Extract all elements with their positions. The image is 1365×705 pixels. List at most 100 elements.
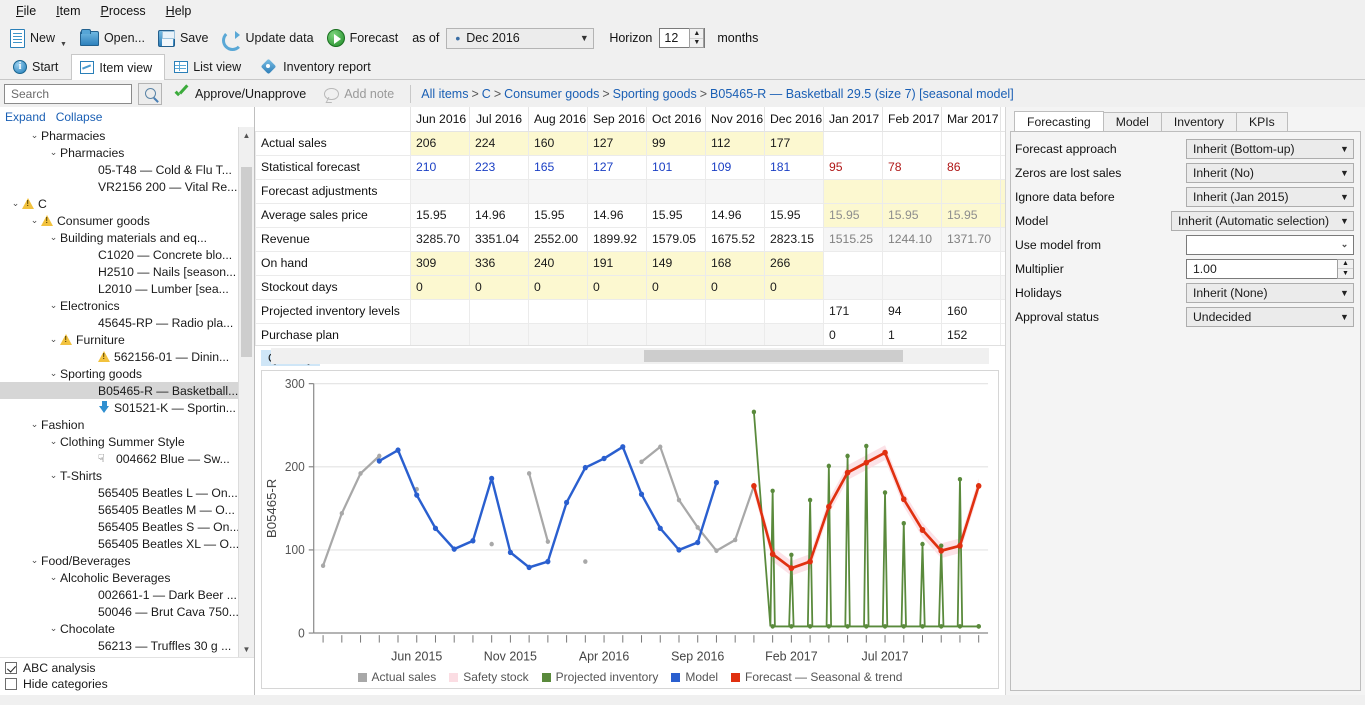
tree-item[interactable]: ·L2010 — Lumber [sea...: [0, 280, 238, 297]
horizon-stepper[interactable]: ▲▼: [689, 28, 704, 48]
expand-all-link[interactable]: Expand: [5, 110, 46, 124]
tree-item[interactable]: ⌄Chocolate: [0, 620, 238, 637]
stepper-up-icon[interactable]: ▲: [690, 29, 703, 39]
legend-item[interactable]: Model: [671, 670, 718, 684]
grid-column-header[interactable]: Oct 2016: [647, 107, 706, 131]
tree-item[interactable]: ⌄C: [0, 195, 238, 212]
grid-cell[interactable]: 14.96: [470, 203, 529, 227]
grid-cell[interactable]: 223: [470, 155, 529, 179]
legend-item[interactable]: Forecast — Seasonal & trend: [731, 670, 902, 684]
grid-column-header[interactable]: Aug 2016: [529, 107, 588, 131]
grid-cell[interactable]: [706, 179, 765, 203]
new-dropdown-caret-icon[interactable]: ▼: [60, 41, 67, 50]
update-data-button[interactable]: Update data: [217, 24, 320, 52]
grid-cell[interactable]: 94: [883, 299, 942, 323]
chevron-down-icon[interactable]: ⌄: [28, 215, 41, 226]
tree-item[interactable]: ·565405 Beatles L — On...: [0, 484, 238, 501]
hide-categories-checkbox[interactable]: [5, 678, 17, 690]
grid-cell[interactable]: 1371.70: [942, 227, 1001, 251]
properties-tab-inventory[interactable]: Inventory: [1161, 112, 1237, 131]
grid-cell[interactable]: 2552.00: [529, 227, 588, 251]
grid-cell[interactable]: 112: [706, 131, 765, 155]
grid-cell[interactable]: 206: [411, 131, 470, 155]
grid-cell[interactable]: [529, 179, 588, 203]
field-select-forecast-approach[interactable]: Inherit (Bottom-up)▼: [1186, 139, 1354, 159]
tree-item[interactable]: ⌄T-Shirts: [0, 467, 238, 484]
field-select-holidays[interactable]: Inherit (None)▼: [1186, 283, 1354, 303]
grid-cell[interactable]: [765, 179, 824, 203]
tree-vertical-scrollbar[interactable]: ▲ ▼: [238, 127, 254, 657]
field-stepper-multiplier[interactable]: ▲▼: [1337, 259, 1354, 279]
grid-column-header[interactable]: Mar 2017: [942, 107, 1001, 131]
breadcrumb-consumer-goods[interactable]: Consumer goods: [504, 87, 599, 101]
hide-categories-checkbox-row[interactable]: Hide categories: [5, 676, 254, 692]
grid-cell[interactable]: 15.95: [883, 203, 942, 227]
grid-cell[interactable]: [824, 275, 883, 299]
collapse-all-link[interactable]: Collapse: [56, 110, 103, 124]
tree-item[interactable]: ·VR2156 200 — Vital Re...: [0, 178, 238, 195]
grid-column-header[interactable]: Dec 2016: [765, 107, 824, 131]
as-of-date-select[interactable]: • Dec 2016 ▼: [446, 28, 594, 49]
grid-cell[interactable]: 160: [529, 131, 588, 155]
chevron-down-icon[interactable]: ⌄: [47, 368, 60, 379]
abc-analysis-checkbox-row[interactable]: ABC analysis: [5, 660, 254, 676]
chevron-down-icon[interactable]: ⌄: [28, 555, 41, 566]
tree-item[interactable]: ⌄Consumer goods: [0, 212, 238, 229]
grid-cell[interactable]: 0: [411, 275, 470, 299]
grid-cell[interactable]: 3285.70: [411, 227, 470, 251]
tree-item[interactable]: ·S01521-K — Sportin...: [0, 399, 238, 416]
stepper-up-icon[interactable]: ▲: [1338, 260, 1353, 270]
grid-cell[interactable]: 15.95: [529, 203, 588, 227]
chevron-down-icon[interactable]: ⌄: [47, 436, 60, 447]
grid-horizontal-scrollbar[interactable]: ❮ ❯: [255, 348, 1005, 364]
chevron-down-icon[interactable]: ⌄: [47, 470, 60, 481]
grid-column-header[interactable]: Feb 2017: [883, 107, 942, 131]
legend-item[interactable]: Actual sales: [358, 670, 437, 684]
field-select-ignore-data-before[interactable]: Inherit (Jan 2015)▼: [1186, 187, 1354, 207]
scrollbar-track[interactable]: [271, 348, 989, 364]
tree-item[interactable]: ·45645-RP — Radio pla...: [0, 314, 238, 331]
menu-item-file[interactable]: FFileile: [6, 2, 46, 20]
grid-cell[interactable]: [529, 299, 588, 323]
stepper-down-icon[interactable]: ▼: [690, 39, 703, 48]
grid-cell[interactable]: 152: [942, 323, 1001, 347]
grid-cell[interactable]: 2823.15: [765, 227, 824, 251]
tree-item[interactable]: ⌄Furniture: [0, 331, 238, 348]
tree-item[interactable]: ⌄Electronics: [0, 297, 238, 314]
breadcrumb-all-items[interactable]: All items: [421, 87, 468, 101]
grid-cell[interactable]: 224: [470, 131, 529, 155]
grid-cell[interactable]: 1244.10: [883, 227, 942, 251]
search-input[interactable]: [4, 84, 132, 104]
chevron-down-icon[interactable]: ⌄: [47, 300, 60, 311]
chevron-down-icon[interactable]: ⌄: [47, 623, 60, 634]
grid-cell[interactable]: 309: [411, 251, 470, 275]
scroll-up-icon[interactable]: ▲: [239, 127, 254, 143]
search-field[interactable]: [9, 86, 131, 102]
grid-cell[interactable]: [765, 299, 824, 323]
grid-column-header[interactable]: Jul 2016: [470, 107, 529, 131]
tab-inventory-report[interactable]: Inventory report: [254, 54, 384, 79]
grid-cell[interactable]: [647, 179, 706, 203]
grid-cell[interactable]: 171: [824, 299, 883, 323]
field-select-approval-status[interactable]: Undecided▼: [1186, 307, 1354, 327]
tree-item[interactable]: ·05-T48 — Cold & Flu T...: [0, 161, 238, 178]
grid-cell[interactable]: 127: [588, 155, 647, 179]
grid-cell[interactable]: 0: [824, 323, 883, 347]
grid-cell[interactable]: 336: [470, 251, 529, 275]
grid-cell[interactable]: [942, 275, 1001, 299]
grid-cell[interactable]: 160: [942, 299, 1001, 323]
search-button[interactable]: [138, 83, 162, 105]
chevron-down-icon[interactable]: ⌄: [47, 334, 60, 345]
grid-cell[interactable]: 127: [588, 131, 647, 155]
grid-cell[interactable]: [824, 251, 883, 275]
tree-item[interactable]: ⌄Alcoholic Beverages: [0, 569, 238, 586]
grid-cell[interactable]: 109: [706, 155, 765, 179]
grid-cell[interactable]: [470, 179, 529, 203]
grid-cell[interactable]: [411, 323, 470, 347]
forecast-chart[interactable]: 0100200300Jun 2015Nov 2015Apr 2016Sep 20…: [261, 370, 999, 689]
grid-cell[interactable]: [647, 323, 706, 347]
tree-item[interactable]: ⌄Building materials and eq...: [0, 229, 238, 246]
grid-cell[interactable]: 0: [470, 275, 529, 299]
grid-cell[interactable]: 1: [883, 323, 942, 347]
grid-cell[interactable]: 3351.04: [470, 227, 529, 251]
